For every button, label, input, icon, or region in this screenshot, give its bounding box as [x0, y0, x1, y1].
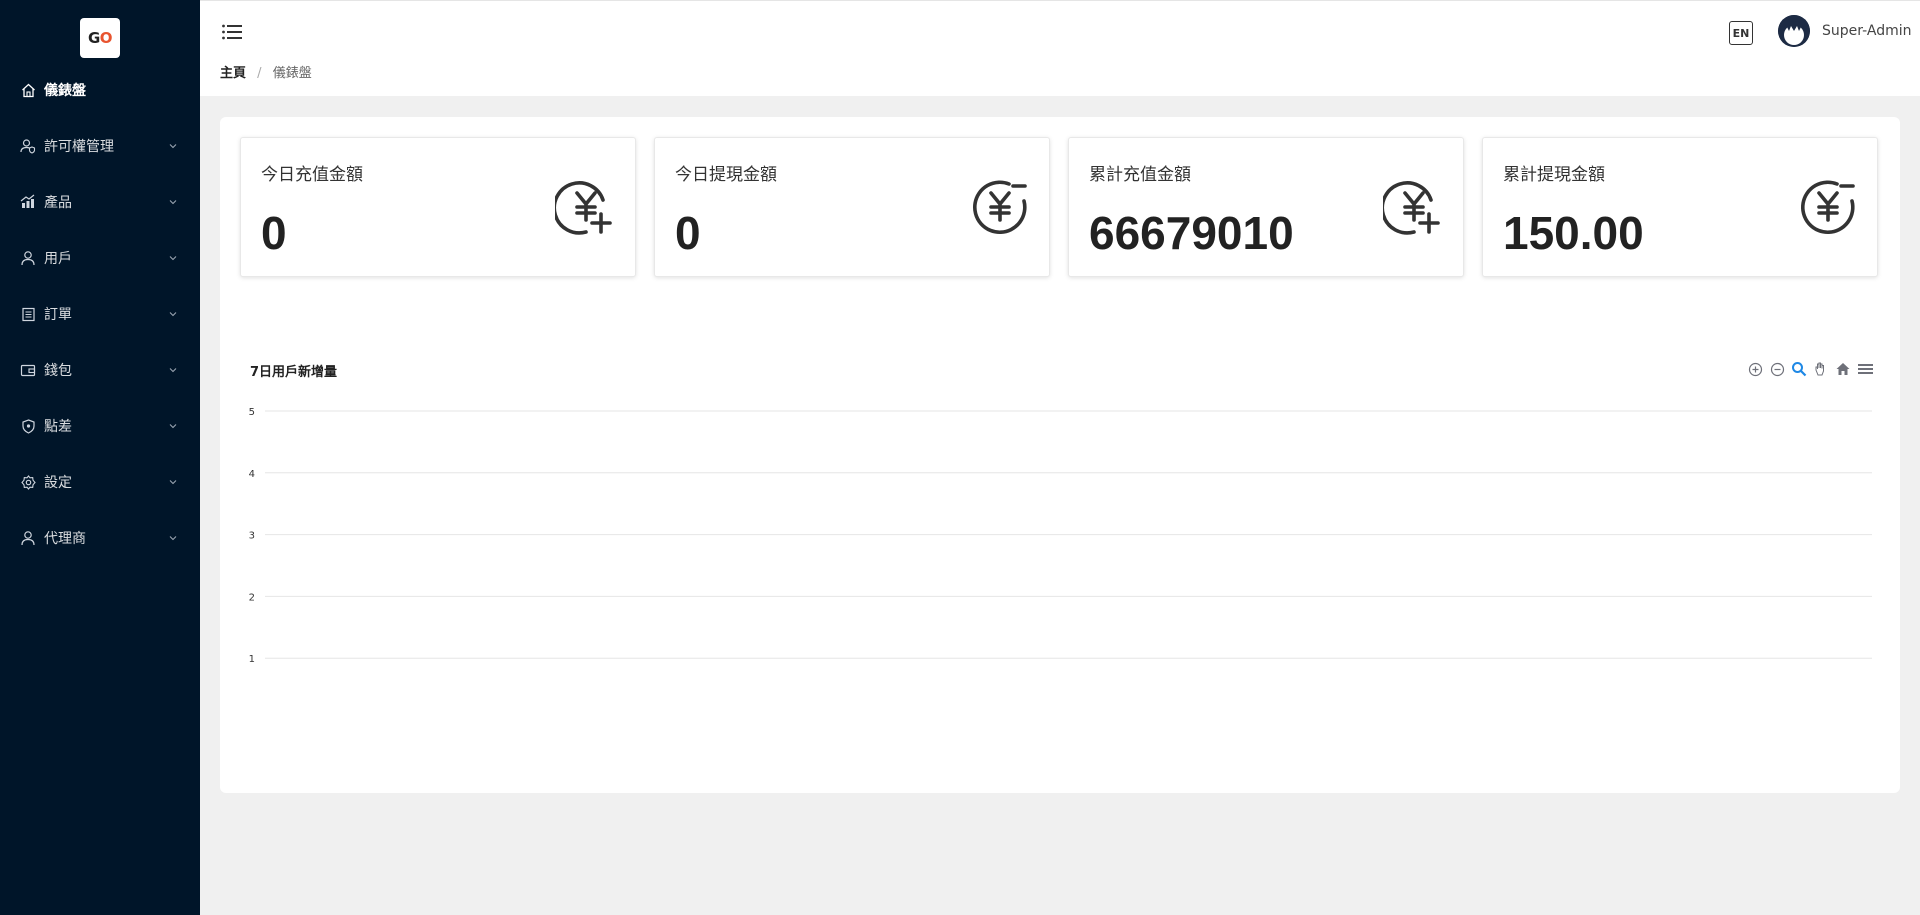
stat-title: 今日充值金額 [261, 165, 363, 185]
agent-icon [20, 530, 36, 546]
zoom-in-icon[interactable] [1746, 360, 1764, 378]
y-tick-label: 3 [249, 531, 255, 542]
chevron-down-icon [168, 197, 178, 207]
chevron-down-icon [168, 477, 178, 487]
yen-minus-icon [1797, 176, 1859, 238]
zoom-out-icon[interactable] [1768, 360, 1786, 378]
stat-value: 0 [261, 207, 287, 259]
yen-plus-icon [1380, 176, 1445, 238]
y-tick-label: 2 [249, 592, 255, 603]
sidebar-item-label: 錢包 [44, 363, 72, 379]
yen-minus-icon [969, 176, 1031, 238]
breadcrumb-home-link[interactable]: 主頁 [220, 66, 246, 81]
stat-title: 今日提現金額 [675, 165, 777, 185]
pan-hand-icon[interactable] [1812, 360, 1830, 378]
y-tick-label: 5 [249, 407, 255, 418]
sidebar-item-label: 儀錶盤 [44, 83, 86, 99]
sidebar-item-6[interactable]: 點差 [0, 398, 200, 454]
user-shield-icon [20, 138, 36, 154]
sidebar-item-4[interactable]: 訂單 [0, 286, 200, 342]
reset-home-icon[interactable] [1834, 360, 1852, 378]
user-icon [20, 250, 36, 266]
chevron-down-icon [168, 309, 178, 319]
chevron-down-icon [168, 421, 178, 431]
breadcrumb: 主頁 / 儀錶盤 [220, 62, 312, 81]
sidebar-item-0[interactable]: 儀錶盤 [0, 62, 200, 118]
sidebar-item-label: 點差 [44, 419, 72, 435]
shield-icon [20, 418, 36, 434]
stat-title: 累計提現金額 [1503, 165, 1605, 185]
logo-text: GO [87, 29, 113, 47]
avatar[interactable] [1778, 15, 1810, 47]
chevron-down-icon [168, 365, 178, 375]
order-icon [20, 306, 36, 322]
stat-value: 0 [675, 207, 701, 259]
breadcrumb-current: 儀錶盤 [272, 66, 312, 81]
chevron-down-icon [168, 253, 178, 263]
chart-title: 7日用戶新增量 [250, 365, 338, 380]
stat-value: 66679010 [1089, 207, 1294, 259]
sidebar: GO 儀錶盤許可權管理產品用戶訂單錢包點差設定代理商 [0, 0, 200, 915]
sidebar-item-label: 代理商 [44, 531, 86, 547]
stat-card: 累計充值金額 66679010 [1068, 137, 1464, 277]
stat-card: 累計提現金額 150.00 [1482, 137, 1878, 277]
sidebar-item-3[interactable]: 用戶 [0, 230, 200, 286]
wallet-icon [20, 362, 36, 378]
sidebar-item-label: 設定 [44, 475, 72, 491]
yen-plus-icon [552, 176, 617, 238]
chart-menu-icon[interactable] [1856, 360, 1874, 378]
sidebar-item-7[interactable]: 設定 [0, 454, 200, 510]
sidebar-item-label: 用戶 [44, 251, 72, 267]
y-tick-label: 1 [249, 654, 255, 665]
top-header: 主頁 / 儀錶盤 EN Super-Admin [200, 0, 1920, 96]
home-icon [20, 82, 36, 98]
stat-title: 累計充值金額 [1089, 165, 1191, 185]
chevron-down-icon [168, 141, 178, 151]
language-switch-button[interactable]: EN [1729, 21, 1753, 45]
selection-zoom-icon[interactable] [1790, 360, 1808, 378]
chart-icon [20, 194, 36, 210]
sidebar-item-label: 產品 [44, 195, 72, 211]
menu-toggle-icon[interactable] [221, 21, 243, 43]
stat-card: 今日提現金額 0 [654, 137, 1050, 277]
line-chart: 01234500000001234567 [249, 407, 1872, 665]
sidebar-item-5[interactable]: 錢包 [0, 342, 200, 398]
gear-icon [20, 474, 36, 490]
sidebar-item-2[interactable]: 產品 [0, 174, 200, 230]
chevron-down-icon [168, 533, 178, 543]
sidebar-item-8[interactable]: 代理商 [0, 510, 200, 566]
stat-card: 今日充值金額 0 [240, 137, 636, 277]
y-tick-label: 4 [249, 469, 255, 480]
sidebar-item-1[interactable]: 許可權管理 [0, 118, 200, 174]
stat-value: 150.00 [1503, 207, 1644, 259]
sidebar-item-label: 許可權管理 [44, 139, 114, 155]
dashboard-panel: 今日充值金額 0 今日提現金額 0 累計充值金額 66679010 累計提現金額 150.00… [220, 117, 1900, 793]
app-logo[interactable]: GO [80, 18, 120, 58]
sidebar-menu: 儀錶盤許可權管理產品用戶訂單錢包點差設定代理商 [0, 62, 200, 566]
username[interactable]: Super-Admin [1822, 23, 1911, 39]
chart-toolbar [1746, 360, 1874, 378]
sidebar-item-label: 訂單 [44, 307, 72, 323]
breadcrumb-separator: / [257, 66, 262, 81]
